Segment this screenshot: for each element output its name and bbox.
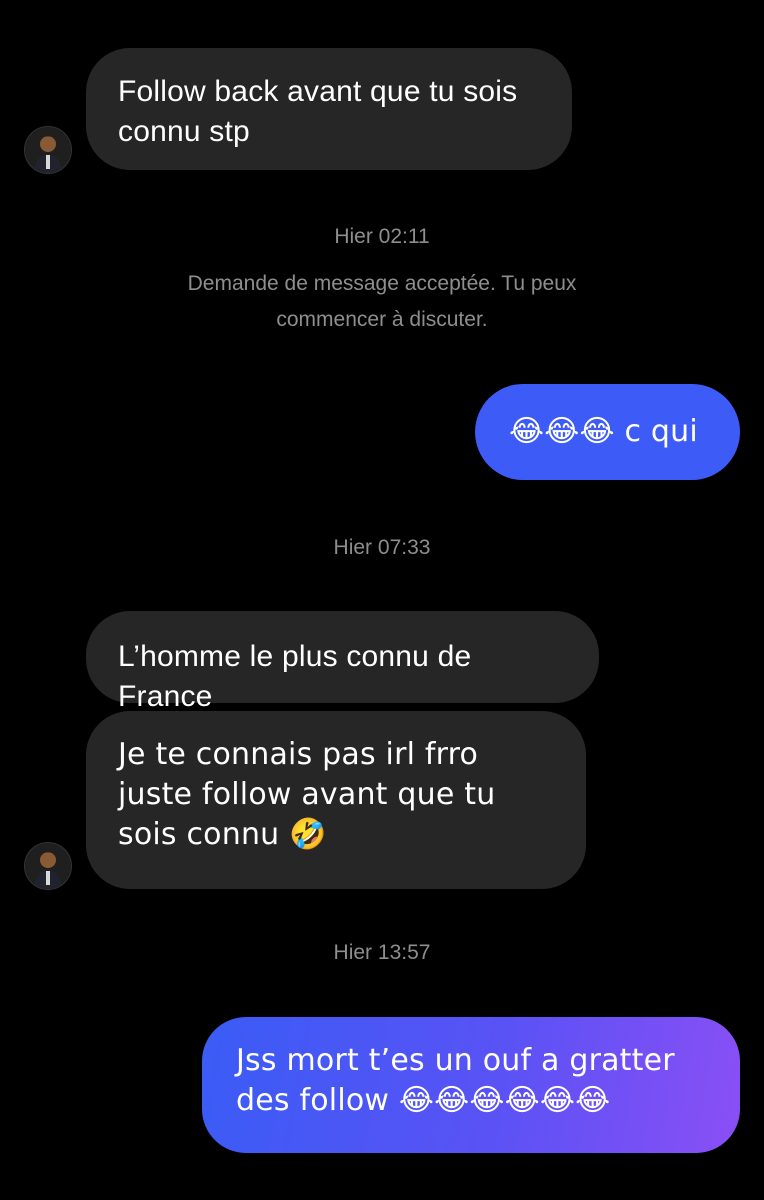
- message-request-accepted-note: Demande de message acceptée. Tu peux com…: [187, 272, 577, 331]
- sender-avatar[interactable]: [24, 842, 72, 890]
- outgoing-message[interactable]: Jss mort t’es un ouf a gratter des follo…: [202, 1017, 740, 1153]
- message-text: Follow back avant que tu sois connu stp: [118, 75, 518, 148]
- timestamp: Hier 13:57: [333, 941, 431, 964]
- incoming-message[interactable]: Je te connais pas irl frro juste follow …: [86, 711, 586, 889]
- message-text: Jss mort t’es un ouf a gratter des follo…: [236, 1043, 675, 1118]
- message-text: Je te connais pas irl frro juste follow …: [118, 737, 496, 852]
- sender-avatar[interactable]: [24, 126, 72, 174]
- outgoing-message[interactable]: 😂😂😂 c qui: [475, 384, 740, 480]
- message-text: L’homme le plus connu de France: [118, 640, 472, 713]
- incoming-message[interactable]: Follow back avant que tu sois connu stp: [86, 48, 572, 170]
- person-avatar-icon: [25, 127, 71, 173]
- incoming-message[interactable]: L’homme le plus connu de France: [86, 611, 599, 713]
- timestamp: Hier 07:33: [333, 536, 431, 559]
- message-text: 😂😂😂 c qui: [509, 414, 698, 449]
- timestamp: Hier 02:11: [334, 225, 430, 248]
- person-avatar-icon: [25, 843, 71, 889]
